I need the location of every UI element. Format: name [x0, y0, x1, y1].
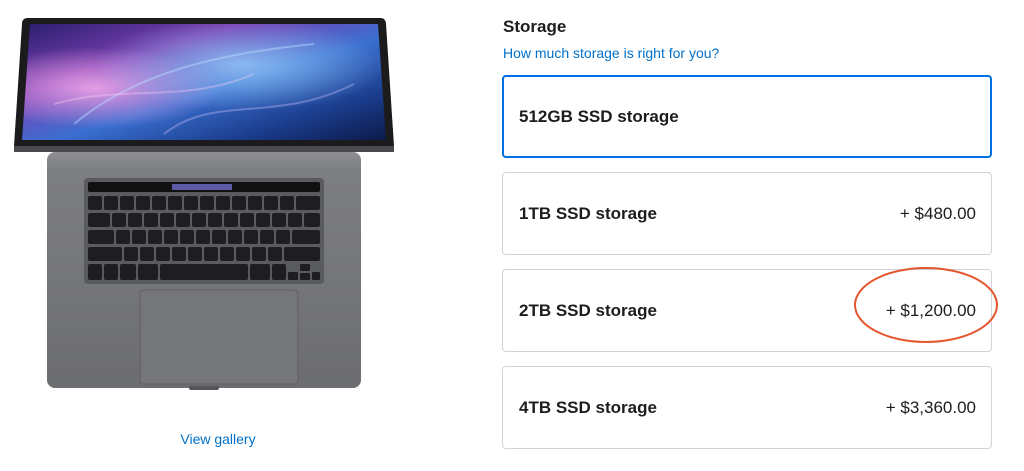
view-gallery-link[interactable]: View gallery: [0, 431, 436, 447]
storage-option-2tb[interactable]: 2TB SSD storage + $1,200.00: [502, 269, 992, 352]
storage-option-label: 512GB SSD storage: [519, 106, 679, 126]
macbook-pro-image: [14, 18, 394, 390]
storage-option-1tb[interactable]: 1TB SSD storage + $480.00: [502, 172, 992, 255]
product-image-pane: View gallery: [0, 0, 440, 471]
storage-section: Storage How much storage is right for yo…: [502, 0, 998, 471]
storage-heading: Storage: [503, 17, 567, 36]
storage-option-price: + $480.00: [899, 203, 976, 223]
storage-help-link[interactable]: How much storage is right for you?: [503, 45, 719, 61]
storage-option-label: 4TB SSD storage: [519, 397, 657, 417]
storage-option-512gb[interactable]: 512GB SSD storage: [502, 75, 992, 158]
storage-option-label: 2TB SSD storage: [519, 300, 657, 320]
storage-option-price: + $1,200.00: [885, 300, 976, 320]
storage-option-price: + $3,360.00: [885, 397, 976, 417]
storage-option-4tb[interactable]: 4TB SSD storage + $3,360.00: [502, 366, 992, 449]
storage-option-label: 1TB SSD storage: [519, 203, 657, 223]
